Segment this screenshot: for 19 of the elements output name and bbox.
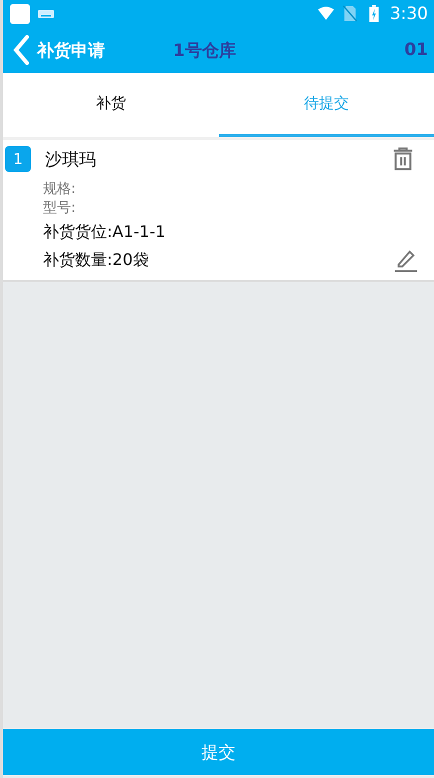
clock-text: 3:30 xyxy=(390,4,428,24)
spec-label: 规格: xyxy=(43,180,77,199)
index-badge: 1 xyxy=(5,146,31,172)
item-name: 沙琪玛 xyxy=(45,148,97,170)
tab[interactable]: 补货 xyxy=(3,73,218,137)
wifi-icon xyxy=(318,5,334,22)
delete-icon[interactable] xyxy=(392,147,414,171)
warehouse-title: 1号仓库 xyxy=(173,40,237,62)
no-sim-icon xyxy=(342,5,358,22)
model-label: 型号: xyxy=(43,199,77,218)
app-icon xyxy=(10,4,30,24)
tab[interactable]: 待提交 xyxy=(218,73,434,137)
quantity-text: 补货数量:20袋 xyxy=(43,249,149,271)
warehouse-code: 01 xyxy=(404,40,428,60)
location-text: 补货货位:A1-1-1 xyxy=(43,221,166,243)
submit-button[interactable]: 提交 xyxy=(3,729,434,775)
keyboard-icon xyxy=(38,10,54,18)
back-button[interactable]: 补货申请 xyxy=(13,34,105,66)
edit-icon[interactable] xyxy=(394,248,418,272)
